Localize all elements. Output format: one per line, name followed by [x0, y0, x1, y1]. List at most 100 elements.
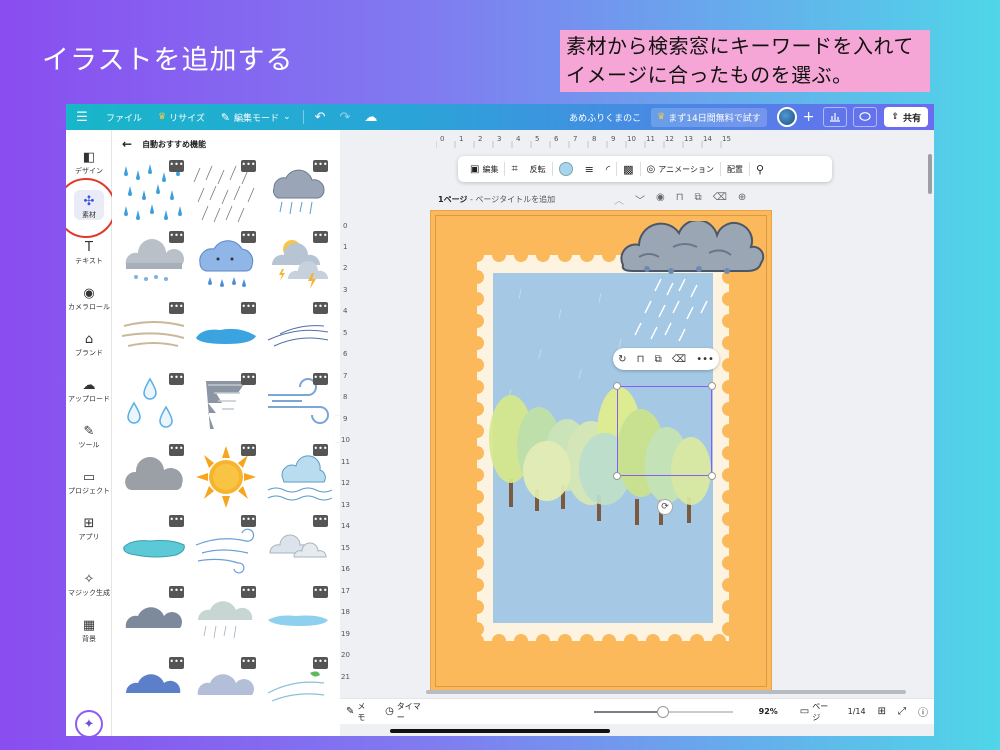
flip-button[interactable]: 反転	[524, 164, 552, 175]
rail-item-camera-roll[interactable]: ◉ カメラロール	[66, 286, 112, 312]
element-sea-cloud[interactable]: •••	[262, 442, 334, 513]
document-name[interactable]: あめふりくまのこ	[559, 111, 651, 124]
avatar[interactable]	[776, 107, 797, 127]
element-sun[interactable]: •••	[190, 442, 262, 513]
edit-mode-dropdown[interactable]: ✎ 編集モード ⌄	[213, 104, 299, 130]
resize-handle[interactable]	[708, 472, 716, 480]
rail-item-brand[interactable]: ⌂ ブランド	[66, 332, 112, 358]
add-collaborator-icon[interactable]: +	[797, 109, 821, 125]
more-options-button[interactable]: •••	[313, 444, 328, 456]
more-options-button[interactable]: •••	[241, 444, 256, 456]
file-menu[interactable]: ファイル	[98, 104, 150, 130]
element-blue-puddle[interactable]: •••	[262, 584, 334, 655]
more-options-button[interactable]: •••	[313, 586, 328, 598]
more-options-button[interactable]: •••	[169, 657, 184, 669]
page-counter[interactable]: 1/14	[842, 707, 872, 716]
undo-icon[interactable]: ↶	[308, 104, 333, 130]
rail-item-apps[interactable]: ⊞ アプリ	[66, 516, 112, 542]
zoom-slider[interactable]	[594, 705, 733, 718]
resize-handle[interactable]	[708, 382, 716, 390]
rail-item-text[interactable]: T テキスト	[66, 240, 112, 266]
cloud-sync-icon[interactable]: ☁	[357, 104, 384, 130]
crop-button[interactable]: ⌗	[505, 162, 523, 176]
element-tornado[interactable]: •••	[190, 371, 262, 442]
element-cute-rain-cloud[interactable]: •••	[190, 229, 262, 300]
more-options-button[interactable]: •••	[169, 586, 184, 598]
chevron-up-icon[interactable]: ︿	[614, 192, 624, 207]
element-soft-cloud[interactable]: •••	[190, 655, 262, 726]
transparency-button[interactable]: ▩	[617, 163, 639, 176]
trash-icon[interactable]: ⌫	[713, 192, 727, 207]
page-label[interactable]: 1ページ - ページタイトルを追加	[438, 194, 555, 205]
more-options-button[interactable]: •••	[169, 515, 184, 527]
more-options-button[interactable]: •••	[241, 515, 256, 527]
border-style-button[interactable]: ≡	[579, 163, 600, 176]
rail-item-upload[interactable]: ☁ アップロード	[66, 378, 112, 404]
more-options-button[interactable]: •••	[313, 231, 328, 243]
design-page[interactable]	[430, 210, 772, 692]
copy-style-button[interactable]: ⚲	[750, 163, 770, 176]
more-options-button[interactable]: •••	[169, 373, 184, 385]
share-button[interactable]: ⇪ 共有	[884, 107, 928, 127]
redo-icon[interactable]: ↷	[333, 104, 358, 130]
horizontal-scrollbar[interactable]	[426, 690, 906, 694]
rail-item-background[interactable]: ▦ 背景	[66, 618, 112, 644]
more-icon[interactable]: •••	[696, 354, 714, 365]
duplicate-icon[interactable]: ⧉	[655, 354, 662, 365]
menu-icon[interactable]: ☰	[66, 104, 98, 130]
selection-box[interactable]	[617, 386, 712, 476]
more-options-button[interactable]: •••	[313, 160, 328, 172]
element-green-wind[interactable]: •••	[262, 655, 334, 726]
element-water-drops[interactable]: •••	[118, 371, 190, 442]
more-options-button[interactable]: •••	[313, 302, 328, 314]
position-button[interactable]: 配置	[721, 164, 749, 175]
rain-cloud-illustration[interactable]	[613, 221, 771, 279]
resize-button[interactable]: ♛ リサイズ	[150, 104, 213, 130]
element-storm-clouds[interactable]: •••	[262, 229, 334, 300]
magic-assistant-button[interactable]: ✦	[75, 710, 103, 736]
visibility-icon[interactable]: ◉	[656, 192, 665, 207]
element-dark-cloud[interactable]: •••	[118, 584, 190, 655]
rail-item-magic[interactable]: ✧ マジック生成	[66, 572, 112, 598]
more-options-button[interactable]: •••	[169, 302, 184, 314]
notes-button[interactable]: ✎ メモ	[340, 701, 379, 723]
vertical-scrollbar[interactable]	[928, 154, 932, 194]
regenerate-icon[interactable]: ↻	[618, 354, 626, 365]
lock-icon[interactable]: ⊓	[676, 192, 684, 207]
edit-image-button[interactable]: ▣ 編集	[464, 164, 504, 175]
element-teal-puddle[interactable]: •••	[118, 513, 190, 584]
rail-item-projects[interactable]: ▭ プロジェクト	[66, 470, 112, 496]
element-blue-wind[interactable]: •••	[190, 513, 262, 584]
animation-button[interactable]: ◎ アニメーション	[641, 164, 720, 175]
more-options-button[interactable]: •••	[241, 231, 256, 243]
more-options-button[interactable]: •••	[313, 373, 328, 385]
pages-button[interactable]: ▭ ページ	[794, 701, 842, 723]
more-options-button[interactable]: •••	[313, 657, 328, 669]
corner-rounding-button[interactable]: ◜	[600, 163, 616, 176]
element-rain-cloud[interactable]: •••	[262, 158, 334, 229]
more-options-button[interactable]: •••	[241, 160, 256, 172]
duplicate-icon[interactable]: ⧉	[695, 192, 702, 207]
lock-icon[interactable]: ⊓	[637, 354, 645, 365]
more-options-button[interactable]: •••	[241, 657, 256, 669]
rail-item-design[interactable]: ◧ デザイン	[66, 150, 112, 176]
more-options-button[interactable]: •••	[169, 444, 184, 456]
rotate-handle[interactable]: ⟳	[657, 499, 673, 515]
more-options-button[interactable]: •••	[241, 586, 256, 598]
more-options-button[interactable]: •••	[313, 515, 328, 527]
element-rain-streaks[interactable]: •••	[190, 158, 262, 229]
color-swatch-button[interactable]	[553, 162, 579, 176]
element-drizzle-cloud[interactable]: •••	[190, 584, 262, 655]
element-wind-lines[interactable]: •••	[118, 300, 190, 371]
free-trial-button[interactable]: ♛ まず14日間無料で試す	[651, 107, 767, 127]
comment-icon[interactable]	[853, 107, 878, 127]
analytics-icon[interactable]	[823, 107, 848, 127]
element-puddle[interactable]: •••	[190, 300, 262, 371]
grid-view-icon[interactable]: ⊞	[872, 706, 892, 717]
element-wind-gust[interactable]: •••	[262, 300, 334, 371]
resize-handle[interactable]	[613, 382, 621, 390]
zoom-level[interactable]: 92%	[753, 707, 784, 716]
more-options-button[interactable]: •••	[241, 373, 256, 385]
element-rain-drops[interactable]: •••	[118, 158, 190, 229]
trash-icon[interactable]: ⌫	[672, 354, 686, 365]
